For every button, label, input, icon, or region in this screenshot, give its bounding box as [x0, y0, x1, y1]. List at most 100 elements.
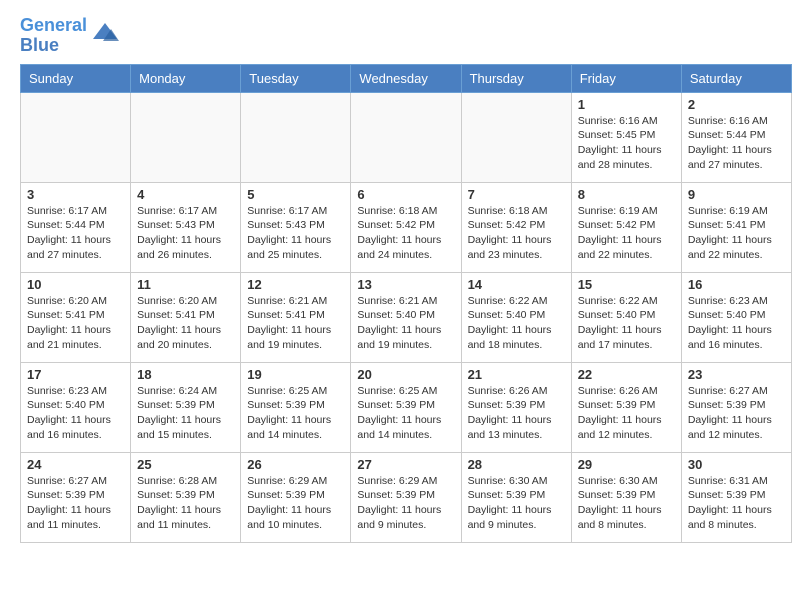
weekday-header: Tuesday	[241, 64, 351, 92]
day-info: Sunrise: 6:29 AM Sunset: 5:39 PM Dayligh…	[247, 474, 344, 533]
day-info: Sunrise: 6:21 AM Sunset: 5:40 PM Dayligh…	[357, 294, 454, 353]
calendar-day-cell: 12 Sunrise: 6:21 AM Sunset: 5:41 PM Dayli…	[241, 272, 351, 362]
day-info: Sunrise: 6:23 AM Sunset: 5:40 PM Dayligh…	[27, 384, 124, 443]
weekday-header: Thursday	[461, 64, 571, 92]
day-number: 21	[468, 367, 565, 382]
day-number: 7	[468, 187, 565, 202]
weekday-header: Sunday	[21, 64, 131, 92]
day-number: 19	[247, 367, 344, 382]
calendar-day-cell: 8 Sunrise: 6:19 AM Sunset: 5:42 PM Daylig…	[571, 182, 681, 272]
day-number: 17	[27, 367, 124, 382]
calendar-day-cell: 18 Sunrise: 6:24 AM Sunset: 5:39 PM Dayli…	[131, 362, 241, 452]
day-number: 16	[688, 277, 785, 292]
day-info: Sunrise: 6:24 AM Sunset: 5:39 PM Dayligh…	[137, 384, 234, 443]
calendar-day-cell: 29 Sunrise: 6:30 AM Sunset: 5:39 PM Dayli…	[571, 452, 681, 542]
calendar-day-cell: 13 Sunrise: 6:21 AM Sunset: 5:40 PM Dayli…	[351, 272, 461, 362]
calendar-day-cell: 15Sunrise: 6:22 AM Sunset: 5:40 PM Dayli…	[571, 272, 681, 362]
logo: General Blue	[20, 16, 119, 56]
day-number: 9	[688, 187, 785, 202]
calendar-week-row: 10 Sunrise: 6:20 AM Sunset: 5:41 PM Dayli…	[21, 272, 792, 362]
calendar-header: SundayMondayTuesdayWednesdayThursdayFrid…	[21, 64, 792, 92]
day-number: 30	[688, 457, 785, 472]
day-info: Sunrise: 6:20 AM Sunset: 5:41 PM Dayligh…	[137, 294, 234, 353]
weekday-header: Saturday	[681, 64, 791, 92]
day-number: 22	[578, 367, 675, 382]
calendar-day-cell	[461, 92, 571, 182]
day-number: 29	[578, 457, 675, 472]
calendar-week-row: 17 Sunrise: 6:23 AM Sunset: 5:40 PM Dayli…	[21, 362, 792, 452]
day-info: Sunrise: 6:30 AM Sunset: 5:39 PM Dayligh…	[468, 474, 565, 533]
day-info: Sunrise: 6:19 AM Sunset: 5:42 PM Dayligh…	[578, 204, 675, 263]
calendar-week-row: 24 Sunrise: 6:27 AM Sunset: 5:39 PM Dayli…	[21, 452, 792, 542]
calendar-day-cell	[241, 92, 351, 182]
calendar-day-cell: 25Sunrise: 6:28 AM Sunset: 5:39 PM Dayli…	[131, 452, 241, 542]
day-info: Sunrise: 6:30 AM Sunset: 5:39 PM Dayligh…	[578, 474, 675, 533]
day-info: Sunrise: 6:26 AM Sunset: 5:39 PM Dayligh…	[468, 384, 565, 443]
calendar-table: SundayMondayTuesdayWednesdayThursdayFrid…	[20, 64, 792, 543]
weekday-header: Wednesday	[351, 64, 461, 92]
calendar-day-cell: 30 Sunrise: 6:31 AM Sunset: 5:39 PM Dayli…	[681, 452, 791, 542]
day-number: 5	[247, 187, 344, 202]
calendar-day-cell: 19 Sunrise: 6:25 AM Sunset: 5:39 PM Dayli…	[241, 362, 351, 452]
day-info: Sunrise: 6:21 AM Sunset: 5:41 PM Dayligh…	[247, 294, 344, 353]
calendar-day-cell: 17 Sunrise: 6:23 AM Sunset: 5:40 PM Dayli…	[21, 362, 131, 452]
logo-icon	[91, 19, 119, 47]
calendar-day-cell	[351, 92, 461, 182]
day-info: Sunrise: 6:16 AM Sunset: 5:44 PM Dayligh…	[688, 114, 785, 173]
calendar-day-cell: 5 Sunrise: 6:17 AM Sunset: 5:43 PM Daylig…	[241, 182, 351, 272]
calendar-day-cell: 16 Sunrise: 6:23 AM Sunset: 5:40 PM Dayli…	[681, 272, 791, 362]
day-info: Sunrise: 6:22 AM Sunset: 5:40 PM Dayligh…	[468, 294, 565, 353]
calendar-week-row: 1 Sunrise: 6:16 AM Sunset: 5:45 PM Daylig…	[21, 92, 792, 182]
calendar-day-cell	[21, 92, 131, 182]
day-number: 26	[247, 457, 344, 472]
day-number: 23	[688, 367, 785, 382]
day-info: Sunrise: 6:19 AM Sunset: 5:41 PM Dayligh…	[688, 204, 785, 263]
day-number: 24	[27, 457, 124, 472]
day-info: Sunrise: 6:27 AM Sunset: 5:39 PM Dayligh…	[27, 474, 124, 533]
calendar-day-cell: 11 Sunrise: 6:20 AM Sunset: 5:41 PM Dayli…	[131, 272, 241, 362]
calendar-day-cell: 9 Sunrise: 6:19 AM Sunset: 5:41 PM Daylig…	[681, 182, 791, 272]
day-info: Sunrise: 6:18 AM Sunset: 5:42 PM Dayligh…	[357, 204, 454, 263]
day-info: Sunrise: 6:29 AM Sunset: 5:39 PM Dayligh…	[357, 474, 454, 533]
calendar-day-cell: 24 Sunrise: 6:27 AM Sunset: 5:39 PM Dayli…	[21, 452, 131, 542]
day-info: Sunrise: 6:25 AM Sunset: 5:39 PM Dayligh…	[247, 384, 344, 443]
day-number: 4	[137, 187, 234, 202]
day-number: 1	[578, 97, 675, 112]
day-info: Sunrise: 6:17 AM Sunset: 5:43 PM Dayligh…	[247, 204, 344, 263]
day-info: Sunrise: 6:26 AM Sunset: 5:39 PM Dayligh…	[578, 384, 675, 443]
day-info: Sunrise: 6:23 AM Sunset: 5:40 PM Dayligh…	[688, 294, 785, 353]
day-info: Sunrise: 6:31 AM Sunset: 5:39 PM Dayligh…	[688, 474, 785, 533]
calendar-week-row: 3Sunrise: 6:17 AM Sunset: 5:44 PM Daylig…	[21, 182, 792, 272]
day-number: 14	[468, 277, 565, 292]
calendar-day-cell: 28Sunrise: 6:30 AM Sunset: 5:39 PM Dayli…	[461, 452, 571, 542]
day-number: 11	[137, 277, 234, 292]
day-info: Sunrise: 6:27 AM Sunset: 5:39 PM Dayligh…	[688, 384, 785, 443]
day-number: 15	[578, 277, 675, 292]
calendar-day-cell: 20Sunrise: 6:25 AM Sunset: 5:39 PM Dayli…	[351, 362, 461, 452]
day-number: 13	[357, 277, 454, 292]
calendar-day-cell: 2 Sunrise: 6:16 AM Sunset: 5:44 PM Daylig…	[681, 92, 791, 182]
day-info: Sunrise: 6:25 AM Sunset: 5:39 PM Dayligh…	[357, 384, 454, 443]
calendar-day-cell: 7 Sunrise: 6:18 AM Sunset: 5:42 PM Daylig…	[461, 182, 571, 272]
logo-text: General Blue	[20, 16, 87, 56]
day-number: 3	[27, 187, 124, 202]
calendar-day-cell: 14 Sunrise: 6:22 AM Sunset: 5:40 PM Dayli…	[461, 272, 571, 362]
calendar-day-cell: 26 Sunrise: 6:29 AM Sunset: 5:39 PM Dayli…	[241, 452, 351, 542]
day-info: Sunrise: 6:16 AM Sunset: 5:45 PM Dayligh…	[578, 114, 675, 173]
calendar-day-cell	[131, 92, 241, 182]
weekday-header: Friday	[571, 64, 681, 92]
day-number: 12	[247, 277, 344, 292]
day-number: 18	[137, 367, 234, 382]
calendar-day-cell: 21 Sunrise: 6:26 AM Sunset: 5:39 PM Dayli…	[461, 362, 571, 452]
day-number: 2	[688, 97, 785, 112]
day-number: 10	[27, 277, 124, 292]
calendar-day-cell: 10 Sunrise: 6:20 AM Sunset: 5:41 PM Dayli…	[21, 272, 131, 362]
calendar-day-cell: 27Sunrise: 6:29 AM Sunset: 5:39 PM Dayli…	[351, 452, 461, 542]
day-info: Sunrise: 6:17 AM Sunset: 5:43 PM Dayligh…	[137, 204, 234, 263]
calendar-day-cell: 4 Sunrise: 6:17 AM Sunset: 5:43 PM Daylig…	[131, 182, 241, 272]
day-info: Sunrise: 6:20 AM Sunset: 5:41 PM Dayligh…	[27, 294, 124, 353]
calendar-day-cell: 23 Sunrise: 6:27 AM Sunset: 5:39 PM Dayli…	[681, 362, 791, 452]
calendar-day-cell: 3Sunrise: 6:17 AM Sunset: 5:44 PM Daylig…	[21, 182, 131, 272]
day-number: 8	[578, 187, 675, 202]
day-info: Sunrise: 6:18 AM Sunset: 5:42 PM Dayligh…	[468, 204, 565, 263]
